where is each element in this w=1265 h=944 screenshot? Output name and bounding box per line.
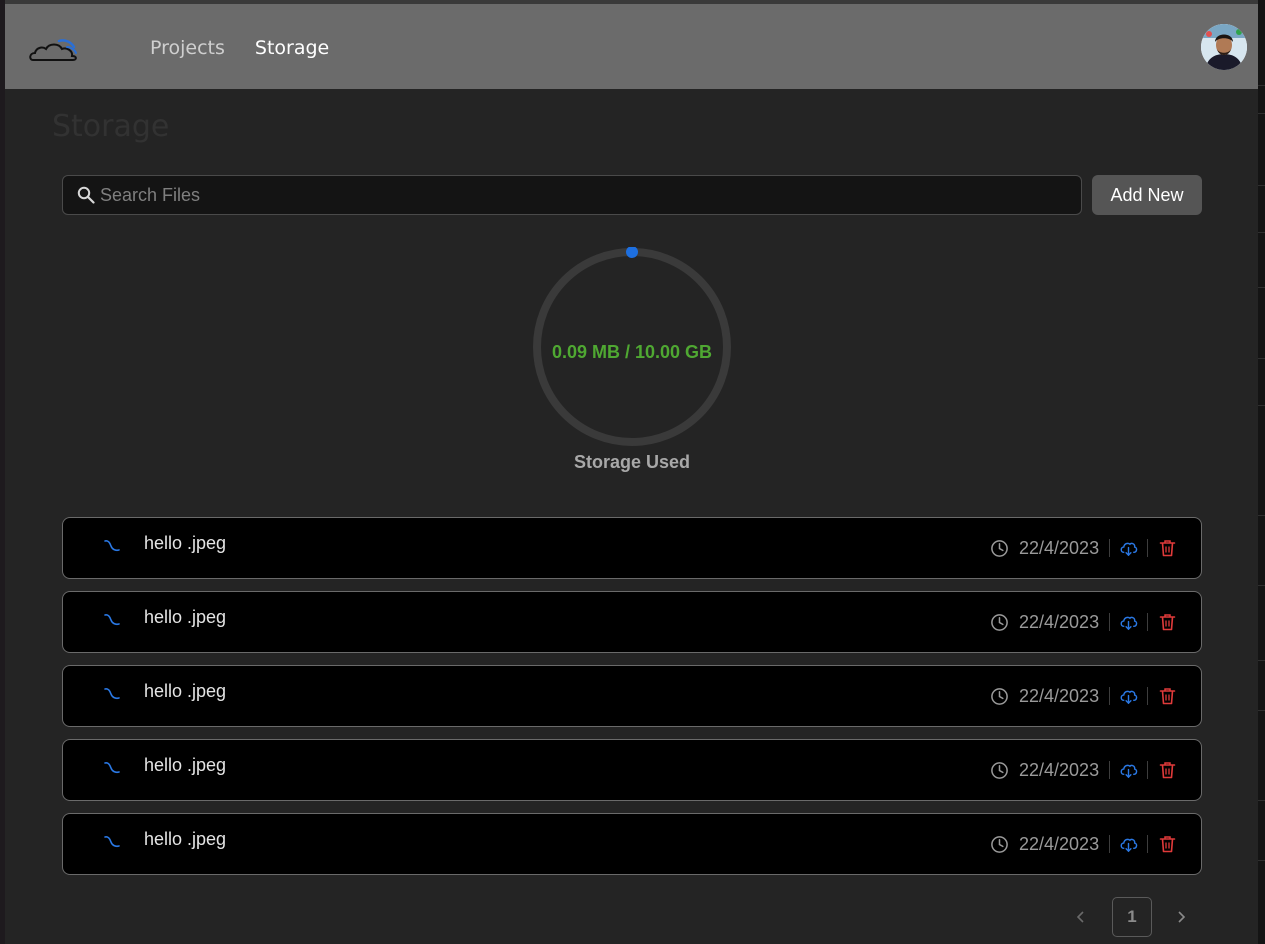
page-title: Storage <box>52 109 170 144</box>
chevron-right-icon[interactable] <box>1173 909 1189 925</box>
file-name: hello .jpeg <box>144 755 227 775</box>
cloud-download-icon[interactable] <box>1119 761 1138 780</box>
chevron-left-icon[interactable] <box>1073 909 1089 925</box>
cloud-download-icon[interactable] <box>1119 613 1138 632</box>
divider <box>1109 835 1111 853</box>
file-loading-icon <box>104 762 120 774</box>
search-icon <box>77 186 95 204</box>
divider <box>1109 539 1111 557</box>
cloud-download-icon[interactable] <box>1119 835 1138 854</box>
file-row[interactable]: hello .jpeg 22/4/2023 <box>62 517 1202 579</box>
file-name: hello .jpeg <box>144 533 227 553</box>
file-loading-icon <box>104 614 120 626</box>
file-loading-icon <box>104 836 120 848</box>
file-row[interactable]: hello .jpeg 22/4/2023 <box>62 591 1202 653</box>
file-row[interactable]: hello .jpeg 22/4/2023 <box>62 739 1202 801</box>
file-list: hello .jpeg 22/4/2023 hello .jpeg 22/4/2… <box>62 517 1202 887</box>
file-date: 22/4/2023 <box>1019 612 1100 632</box>
file-loading-icon <box>104 688 120 700</box>
trash-icon[interactable] <box>1159 613 1176 631</box>
trash-icon[interactable] <box>1159 835 1176 853</box>
clock-icon <box>991 761 1008 779</box>
pagination: 1 <box>1071 897 1201 937</box>
trash-icon[interactable] <box>1159 687 1176 705</box>
main-nav: Projects Storage <box>150 36 329 60</box>
cloud-logo-icon[interactable] <box>29 34 85 64</box>
user-avatar[interactable] <box>1201 24 1247 70</box>
file-loading-icon <box>104 540 120 552</box>
file-row[interactable]: hello .jpeg 22/4/2023 <box>62 665 1202 727</box>
file-date: 22/4/2023 <box>1019 686 1100 706</box>
file-meta: 22/4/2023 <box>990 759 1176 781</box>
clock-icon <box>991 687 1008 705</box>
divider <box>1147 687 1149 705</box>
file-name: hello .jpeg <box>144 607 227 627</box>
divider <box>1147 539 1149 557</box>
divider <box>1147 613 1149 631</box>
file-meta: 22/4/2023 <box>990 537 1176 559</box>
divider <box>1109 761 1111 779</box>
add-new-button[interactable]: Add New <box>1092 175 1202 215</box>
clock-icon <box>991 539 1008 557</box>
storage-ring-indicator <box>626 247 639 258</box>
search-bar <box>62 175 1082 215</box>
trash-icon[interactable] <box>1159 539 1176 557</box>
storage-used-value: 0.09 MB / 10.00 GB <box>551 342 713 362</box>
clock-icon <box>991 613 1008 631</box>
background-window-edge <box>1258 0 1265 944</box>
divider <box>1109 613 1111 631</box>
nav-projects[interactable]: Projects <box>150 36 225 60</box>
nav-storage[interactable]: Storage <box>255 36 329 60</box>
file-name: hello .jpeg <box>144 681 227 701</box>
divider <box>1109 687 1111 705</box>
file-meta: 22/4/2023 <box>990 833 1176 855</box>
divider <box>1147 761 1149 779</box>
top-navbar: Projects Storage <box>5 4 1258 89</box>
cloud-download-icon[interactable] <box>1119 539 1138 558</box>
file-date: 22/4/2023 <box>1019 538 1100 558</box>
search-input[interactable] <box>100 176 1060 214</box>
divider <box>1147 835 1149 853</box>
trash-icon[interactable] <box>1159 761 1176 779</box>
app-window: Projects Storage Storage Add New <box>5 4 1258 944</box>
file-date: 22/4/2023 <box>1019 834 1100 854</box>
storage-used-label: Storage Used <box>573 452 691 472</box>
cloud-download-icon[interactable] <box>1119 687 1138 706</box>
file-name: hello .jpeg <box>144 829 227 849</box>
file-meta: 22/4/2023 <box>990 685 1176 707</box>
clock-icon <box>991 835 1008 853</box>
file-date: 22/4/2023 <box>1019 760 1100 780</box>
file-meta: 22/4/2023 <box>990 611 1176 633</box>
file-row[interactable]: hello .jpeg 22/4/2023 <box>62 813 1202 875</box>
page-number-current[interactable]: 1 <box>1112 897 1152 937</box>
